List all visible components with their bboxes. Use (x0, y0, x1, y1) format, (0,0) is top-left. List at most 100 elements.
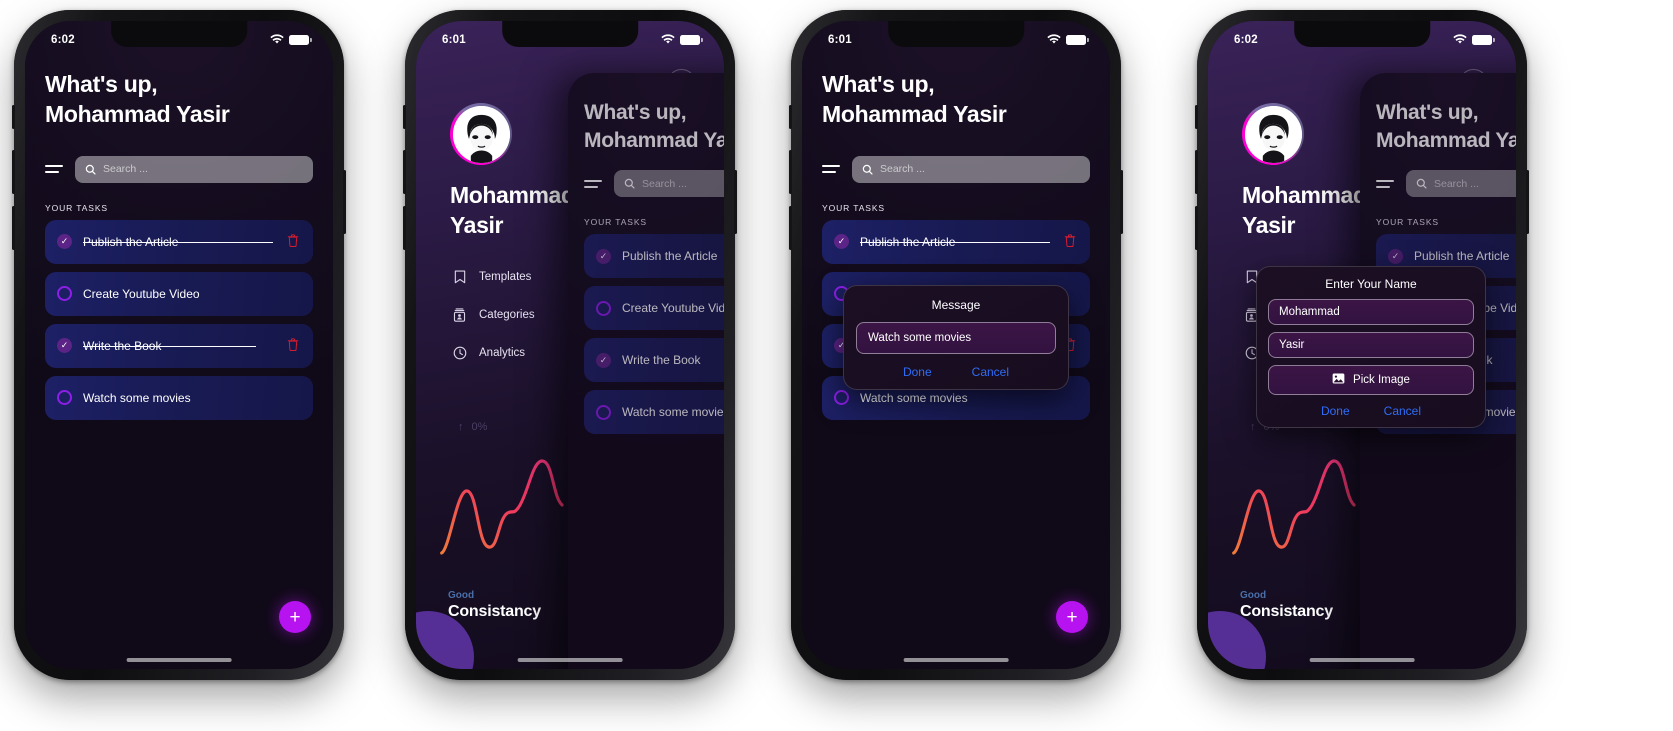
avatar[interactable] (450, 103, 512, 165)
avatar-illustration (452, 105, 510, 163)
volume-up-button[interactable] (789, 150, 792, 194)
menu-item-templates[interactable]: Templates (452, 269, 535, 284)
menu-item-categories[interactable]: Categories (452, 307, 535, 322)
checkbox-unchecked-icon[interactable] (596, 404, 611, 420)
drawer-menu: Templates Categories Analytics (452, 269, 535, 360)
last-name-input[interactable]: Yasir (1268, 332, 1474, 358)
phone-screen: 6:02 Mohammad Yasir ↑ Good Consistancy W… (1208, 21, 1516, 669)
checkbox-unchecked-icon[interactable] (596, 300, 611, 316)
wifi-icon (270, 34, 284, 45)
dialog-title: Message (931, 298, 981, 312)
checkbox-checked-icon[interactable]: ✓ (57, 338, 72, 354)
search-icon (624, 179, 635, 190)
phone-screen: 6:01 What's up, Mohammad Yasir Search ..… (802, 21, 1110, 669)
consistency-rating: Good (448, 590, 475, 601)
mute-switch[interactable] (1195, 105, 1198, 129)
screenshot-stage: 6:02 What's up, Mohammad Yasir Search ..… (0, 0, 1673, 731)
power-button[interactable] (343, 170, 346, 234)
task-list: ✓ Publish the Article Create Youtube Vid… (45, 219, 313, 420)
mute-switch[interactable] (12, 105, 15, 129)
search-input[interactable]: Search ... (75, 155, 313, 183)
phone-screen: 6:02 What's up, Mohammad Yasir Search ..… (25, 21, 333, 669)
message-input[interactable]: Watch some movies (856, 322, 1056, 354)
power-button[interactable] (1120, 170, 1123, 234)
archive-icon (452, 307, 467, 322)
volume-down-button[interactable] (12, 206, 15, 250)
pick-image-label: Pick Image (1353, 374, 1410, 386)
checkbox-unchecked-icon[interactable] (57, 390, 72, 406)
volume-up-button[interactable] (12, 150, 15, 194)
checkbox-checked-icon[interactable]: ✓ (57, 234, 72, 250)
consistency-label: Consistancy (448, 603, 541, 620)
section-label: YOUR TASKS (584, 217, 648, 228)
task-item[interactable]: Watch some movies (584, 390, 724, 435)
cancel-button[interactable]: Cancel (972, 365, 1009, 379)
status-indicators (661, 34, 703, 45)
power-button[interactable] (734, 170, 737, 234)
search-icon (85, 164, 96, 175)
task-item[interactable]: Create Youtube Video (45, 271, 313, 316)
clock-icon (452, 345, 467, 360)
page-title: What's up, Mohammad Yasir (45, 69, 313, 130)
task-title: Write the Book (622, 353, 701, 368)
search-input[interactable]: Search ... (614, 170, 724, 198)
volume-down-button[interactable] (789, 206, 792, 250)
task-title: Watch some movies (622, 405, 724, 420)
delete-icon[interactable] (287, 338, 299, 353)
power-button[interactable] (1526, 170, 1529, 234)
modal-overlay: Message Watch some movies Done Cancel (802, 21, 1110, 669)
home-screen: 6:01 What's up, Mohammad Yasir Search ..… (802, 21, 1110, 669)
page-title: What's up, Mohammad Yasir (584, 99, 724, 154)
done-button[interactable]: Done (903, 365, 932, 379)
add-task-button[interactable]: + (279, 601, 311, 633)
status-bar: 6:02 (25, 21, 333, 51)
status-indicators (270, 34, 312, 45)
task-item[interactable]: ✓ Publish the Article (45, 219, 313, 264)
task-title: Publish the Article (622, 249, 718, 264)
menu-item-analytics[interactable]: Analytics (452, 345, 535, 360)
checkbox-unchecked-icon[interactable] (57, 286, 72, 302)
dialog-actions: Done Cancel (1268, 404, 1474, 418)
volume-up-button[interactable] (1195, 150, 1198, 194)
first-name-input[interactable]: Mohammad (1268, 299, 1474, 325)
phone-1-home: 6:02 What's up, Mohammad Yasir Search ..… (12, 10, 346, 680)
task-item[interactable]: Create Youtube Video (584, 286, 724, 331)
dialog-title: Enter Your Name (1325, 277, 1417, 291)
mute-switch[interactable] (403, 105, 406, 129)
drawer-panel: 6:01 Mohammad Yasir Templates Categories… (416, 21, 724, 669)
search-row: Search ... (45, 155, 313, 183)
phone-4-name-dialog: 6:02 Mohammad Yasir ↑ Good Consistancy W… (1195, 10, 1529, 680)
task-item[interactable]: Watch some movies (45, 375, 313, 420)
checkbox-checked-icon[interactable]: ✓ (596, 248, 611, 264)
volume-down-button[interactable] (403, 206, 406, 250)
phone-3-message-dialog: 6:01 What's up, Mohammad Yasir Search ..… (789, 10, 1123, 680)
consistency-stat: ↑ 0% (458, 421, 487, 433)
task-title: Watch some movies (83, 390, 191, 405)
bookmark-icon (452, 269, 467, 284)
task-title: Publish the Article (83, 234, 275, 249)
phone-screen: 6:01 Mohammad Yasir Templates Categories… (416, 21, 724, 669)
done-button[interactable]: Done (1321, 404, 1350, 418)
menu-icon[interactable] (584, 179, 602, 188)
home-indicator (126, 658, 232, 662)
battery-icon (680, 34, 703, 45)
volume-up-button[interactable] (403, 150, 406, 194)
task-item[interactable]: ✓ Write the Book (584, 338, 724, 383)
cancel-button[interactable]: Cancel (1384, 404, 1421, 418)
pick-image-button[interactable]: Pick Image (1268, 365, 1474, 395)
menu-icon[interactable] (45, 165, 63, 174)
volume-down-button[interactable] (1195, 206, 1198, 250)
status-time: 6:02 (51, 33, 75, 46)
task-item[interactable]: ✓ Write the Book (45, 323, 313, 368)
status-bar: 6:01 (416, 21, 724, 51)
task-item[interactable]: ✓ Publish the Article (584, 234, 724, 279)
task-list: ✓ Publish the Article Create Youtube Vid… (584, 234, 724, 435)
home-indicator (517, 658, 623, 662)
delete-icon[interactable] (287, 234, 299, 249)
greeting-line-1: What's up, (584, 101, 687, 124)
checkbox-checked-icon[interactable]: ✓ (596, 352, 611, 368)
menu-item-label: Templates (479, 270, 532, 283)
mute-switch[interactable] (789, 105, 792, 129)
home-screen-peek[interactable]: What's up, Mohammad Yasir Search ... YOU… (568, 73, 724, 669)
enter-name-dialog: Enter Your Name Mohammad Yasir Pick Imag… (1256, 266, 1486, 428)
